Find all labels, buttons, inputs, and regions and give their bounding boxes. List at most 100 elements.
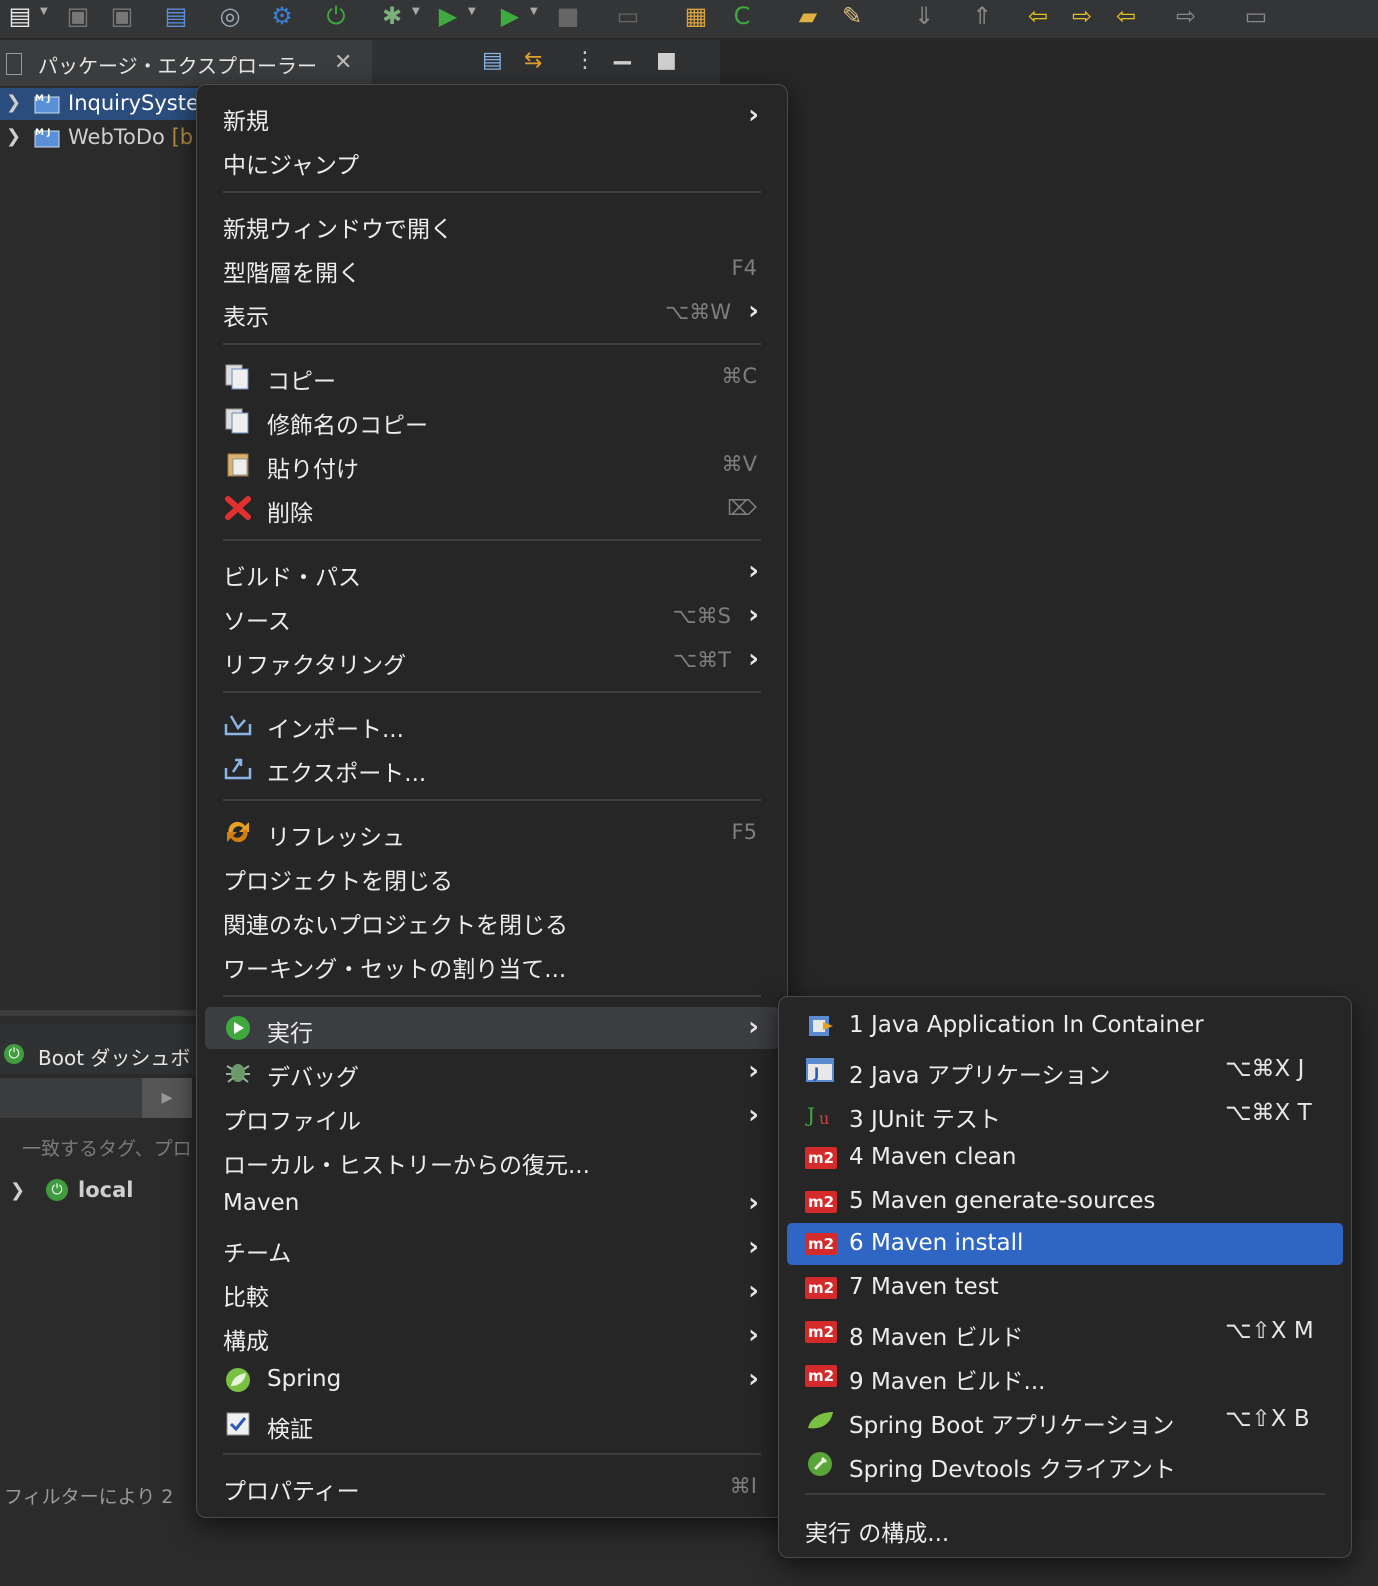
back-edit-icon[interactable]: ⇦ xyxy=(1022,2,1054,30)
menu-item-build-path[interactable]: ビルド・パス › xyxy=(205,551,779,593)
menu-item-validate[interactable]: 検証 xyxy=(205,1403,779,1445)
tree-item-project[interactable]: ❯ M J InquirySyste xyxy=(0,88,200,120)
search-icon[interactable]: ◎ xyxy=(214,2,246,30)
chevron-right-icon[interactable]: ❯ xyxy=(6,126,21,147)
context-menu: 新規 › 中にジャンプ 新規ウィンドウで開く 型階層を開く F4 表示 ⌥⌘W … xyxy=(196,84,788,1518)
menu-item-label: Spring xyxy=(267,1366,342,1392)
dropdown-caret-icon[interactable]: ▼ xyxy=(40,6,48,17)
submenu-item-junit-test[interactable]: Ju 3 JUnit テスト ⌥⌘X T xyxy=(787,1093,1343,1135)
menu-item-maven[interactable]: Maven › xyxy=(205,1183,779,1225)
menu-item-configure[interactable]: 構成 › xyxy=(205,1315,779,1357)
new-class-icon[interactable]: C xyxy=(726,2,758,30)
tab-package-explorer[interactable]: パッケージ・エクスプローラー ✕ xyxy=(0,40,372,86)
submenu-item-maven-install[interactable]: m2 6 Maven install xyxy=(787,1223,1343,1265)
menu-item-export[interactable]: エクスポート... xyxy=(205,747,779,789)
import-icon xyxy=(224,715,252,736)
collapse-all-icon[interactable]: ▤ xyxy=(482,48,503,73)
menu-item-compare-with[interactable]: 比較 › xyxy=(205,1271,779,1313)
menu-item-team[interactable]: チーム › xyxy=(205,1227,779,1269)
disconnect-icon[interactable]: ▭ xyxy=(612,2,644,30)
print-icon[interactable]: ▤ xyxy=(160,2,192,30)
menu-item-label: 型階層を開く xyxy=(223,261,361,287)
menu-item-shortcut: ⌘C xyxy=(721,364,757,388)
spring-boot-power-icon[interactable]: ⏻ xyxy=(320,2,352,30)
external-tools-icon[interactable]: ▶ xyxy=(494,2,526,30)
menu-item-run-as[interactable]: 実行 › xyxy=(205,1007,779,1049)
menu-item-copy[interactable]: コピー ⌘C xyxy=(205,355,779,397)
open-perspective-icon[interactable]: ▭ xyxy=(1240,2,1272,30)
open-folder-icon[interactable]: ▰ xyxy=(792,2,824,30)
back-icon[interactable]: ⇦ xyxy=(1110,2,1142,30)
submenu-item-java-application[interactable]: J 2 Java アプリケーション ⌥⌘X J xyxy=(787,1049,1343,1091)
maximize-icon[interactable]: ■ xyxy=(656,48,677,73)
marker-icon[interactable]: ✎ xyxy=(836,2,868,30)
menu-item-import[interactable]: インポート... xyxy=(205,703,779,745)
run-icon[interactable]: ▶ xyxy=(432,2,464,30)
submenu-item-maven-generate-sources[interactable]: m2 5 Maven generate-sources xyxy=(787,1181,1343,1223)
submenu-item-java-app-in-container[interactable]: 1 Java Application In Container xyxy=(787,1005,1343,1047)
menu-item-open-new-window[interactable]: 新規ウィンドウで開く xyxy=(205,203,779,245)
next-annotation-icon[interactable]: ⇓ xyxy=(908,2,940,30)
menu-item-refactor[interactable]: リファクタリング ⌥⌘T › xyxy=(205,639,779,681)
filter-input[interactable] xyxy=(0,1078,142,1118)
submenu-item-shortcut: ⌥⇧X B xyxy=(1225,1406,1310,1432)
dropdown-caret-icon[interactable]: ▼ xyxy=(530,6,538,17)
forward-icon[interactable]: ⇨ xyxy=(1170,2,1202,30)
menu-item-source[interactable]: ソース ⌥⌘S › xyxy=(205,595,779,637)
menu-item-profile-as[interactable]: プロファイル › xyxy=(205,1095,779,1137)
menu-item-restore-local-history[interactable]: ローカル・ヒストリーからの復元... xyxy=(205,1139,779,1181)
menu-item-assign-working-sets[interactable]: ワーキング・セットの割り当て... xyxy=(205,943,779,985)
menu-item-open-type-hierarchy[interactable]: 型階層を開く F4 xyxy=(205,247,779,289)
menu-item-label: コピー xyxy=(267,369,336,395)
new-icon[interactable]: ▤ xyxy=(4,2,36,30)
open-type-icon[interactable]: ▦ xyxy=(680,2,712,30)
menu-item-label: プロジェクトを閉じる xyxy=(223,869,453,895)
menu-item-go-into[interactable]: 中にジャンプ xyxy=(205,139,779,181)
menu-item-debug-as[interactable]: デバッグ › xyxy=(205,1051,779,1093)
local-node[interactable]: local xyxy=(78,1178,133,1202)
menu-item-close-unrelated-projects[interactable]: 関連のないプロジェクトを閉じる xyxy=(205,899,779,941)
submenu-item-maven-test[interactable]: m2 7 Maven test xyxy=(787,1267,1343,1309)
debug-bug-icon[interactable]: ✱ xyxy=(376,2,408,30)
menu-item-new[interactable]: 新規 › xyxy=(205,95,779,137)
submenu-item-run-configurations[interactable]: 実行 の構成... xyxy=(787,1507,1343,1549)
dropdown-caret-icon[interactable]: ▼ xyxy=(468,6,476,17)
minimize-icon[interactable]: ▁ xyxy=(614,40,631,65)
dropdown-caret-icon[interactable]: ▼ xyxy=(412,6,420,17)
submenu-item-spring-boot-app[interactable]: Spring Boot アプリケーション ⌥⇧X B xyxy=(787,1399,1343,1441)
menu-item-copy-qualified-name[interactable]: 修飾名のコピー xyxy=(205,399,779,441)
menu-item-refresh[interactable]: リフレッシュ F5 xyxy=(205,811,779,853)
svg-text:M J: M J xyxy=(35,128,50,138)
prev-annotation-icon[interactable]: ⇑ xyxy=(966,2,998,30)
link-with-editor-icon[interactable]: ⇆ xyxy=(524,48,542,73)
save-all-icon[interactable]: ▣ xyxy=(106,2,138,30)
save-icon[interactable]: ▣ xyxy=(62,2,94,30)
filter-button[interactable]: ▸ xyxy=(142,1078,192,1118)
chevron-right-icon[interactable]: ❯ xyxy=(10,1180,25,1201)
submenu-item-label: 4 Maven clean xyxy=(849,1144,1017,1170)
view-menu-icon[interactable]: ⋮ xyxy=(574,48,596,73)
java-container-icon xyxy=(809,1016,833,1036)
submenu-item-spring-devtools-client[interactable]: Spring Devtools クライアント xyxy=(787,1443,1343,1485)
chevron-right-icon[interactable]: ❯ xyxy=(6,92,21,113)
boot-dashboard: ⏻ Boot ダッシュボ ▸ 一致するタグ、プロ ❯ ⏻ local xyxy=(0,1010,200,1526)
tab-boot-dashboard[interactable]: ⏻ Boot ダッシュボ xyxy=(0,1024,200,1074)
menu-item-delete[interactable]: 削除 ⌦ xyxy=(205,487,779,529)
submenu-item-maven-clean[interactable]: m2 4 Maven clean xyxy=(787,1137,1343,1179)
close-icon[interactable]: ✕ xyxy=(334,50,352,75)
stop-icon[interactable]: ■ xyxy=(552,2,584,30)
menu-item-label: ワーキング・セットの割り当て... xyxy=(223,957,567,983)
chevron-right-icon: › xyxy=(748,296,759,326)
menu-item-spring[interactable]: Spring › xyxy=(205,1359,779,1401)
menu-item-show-in[interactable]: 表示 ⌥⌘W › xyxy=(205,291,779,333)
submenu-item-maven-build[interactable]: m2 8 Maven ビルド ⌥⇧X M xyxy=(787,1311,1343,1353)
submenu-item-maven-build-dialog[interactable]: m2 9 Maven ビルド... xyxy=(787,1355,1343,1397)
forward-edit-icon[interactable]: ⇨ xyxy=(1066,2,1098,30)
tree-item-project[interactable]: ❯ M J WebToDo [b xyxy=(0,122,200,154)
menu-item-paste[interactable]: 貼り付け ⌘V xyxy=(205,443,779,485)
settings-icon[interactable]: ⚙ xyxy=(266,2,298,30)
menu-item-properties[interactable]: プロパティー ⌘I xyxy=(205,1465,779,1507)
menu-item-label: 修飾名のコピー xyxy=(267,413,428,439)
menu-item-close-project[interactable]: プロジェクトを閉じる xyxy=(205,855,779,897)
run-as-submenu: 1 Java Application In Container J 2 Java… xyxy=(778,996,1352,1558)
